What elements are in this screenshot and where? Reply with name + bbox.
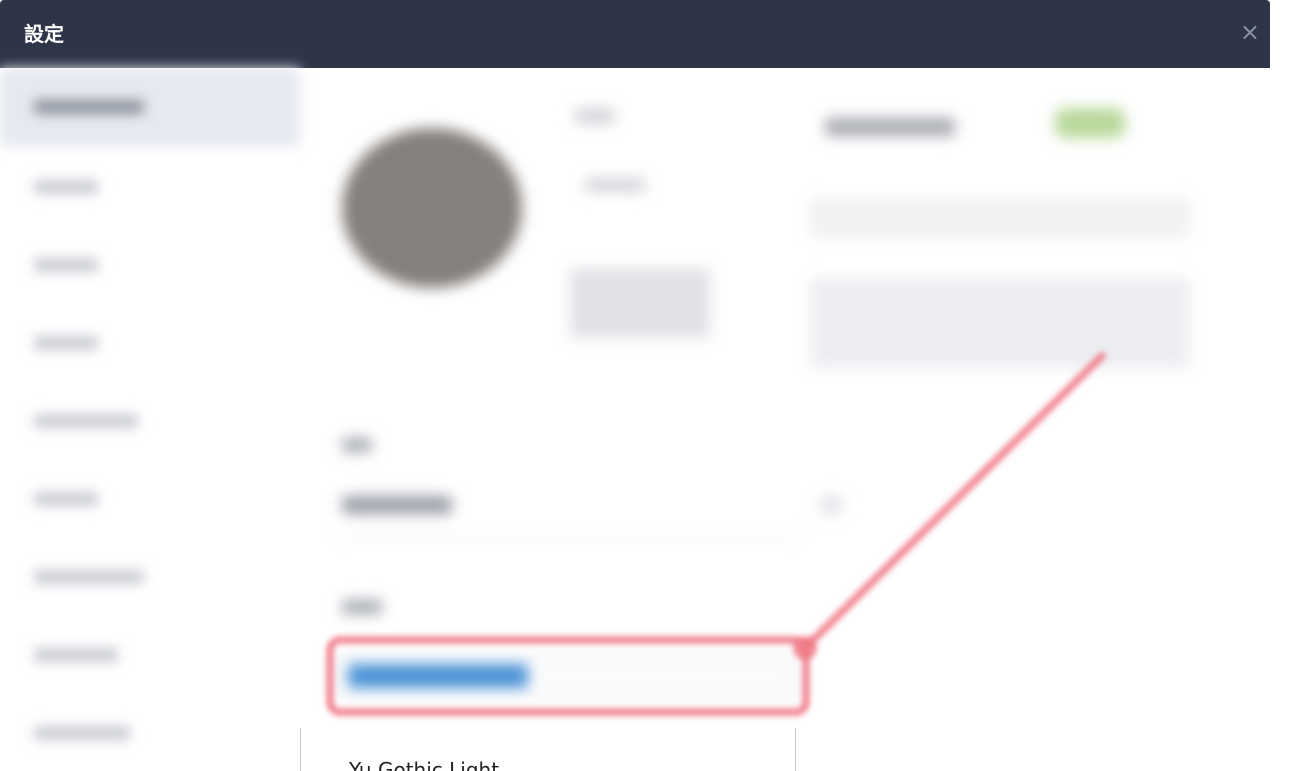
info-block (810, 198, 1190, 238)
profile-text (585, 178, 645, 192)
settings-dialog: 設定 × Yu Gothic Light (0, 0, 1270, 771)
dialog-title: 設定 (24, 22, 64, 46)
sidebar-item[interactable] (34, 100, 144, 114)
profile-block (570, 268, 710, 338)
font-select-value[interactable] (348, 664, 528, 688)
language-select[interactable] (342, 496, 452, 514)
sidebar-item[interactable] (34, 726, 130, 740)
sidebar-item[interactable] (34, 570, 144, 584)
sidebar-item[interactable] (34, 648, 118, 662)
sidebar-item[interactable] (34, 180, 98, 194)
avatar (342, 128, 522, 288)
close-icon[interactable]: × (1240, 18, 1260, 46)
sidebar-item[interactable] (34, 414, 138, 428)
divider (338, 536, 798, 538)
dialog-titlebar: 設定 × (0, 0, 1270, 68)
status-badge (1055, 108, 1125, 138)
chevron-down-icon (820, 496, 842, 514)
settings-sidebar (0, 68, 300, 771)
sidebar-item[interactable] (34, 336, 98, 350)
sidebar-item[interactable] (34, 258, 98, 272)
field-label (342, 438, 372, 452)
info-block (810, 278, 1190, 368)
profile-text (575, 108, 615, 124)
font-option[interactable]: Yu Gothic Light (349, 758, 499, 771)
sidebar-item[interactable] (34, 492, 98, 506)
field-label (342, 600, 382, 614)
profile-name (825, 118, 955, 136)
settings-content (300, 68, 1270, 771)
font-dropdown-list: Yu Gothic Light (300, 728, 796, 771)
